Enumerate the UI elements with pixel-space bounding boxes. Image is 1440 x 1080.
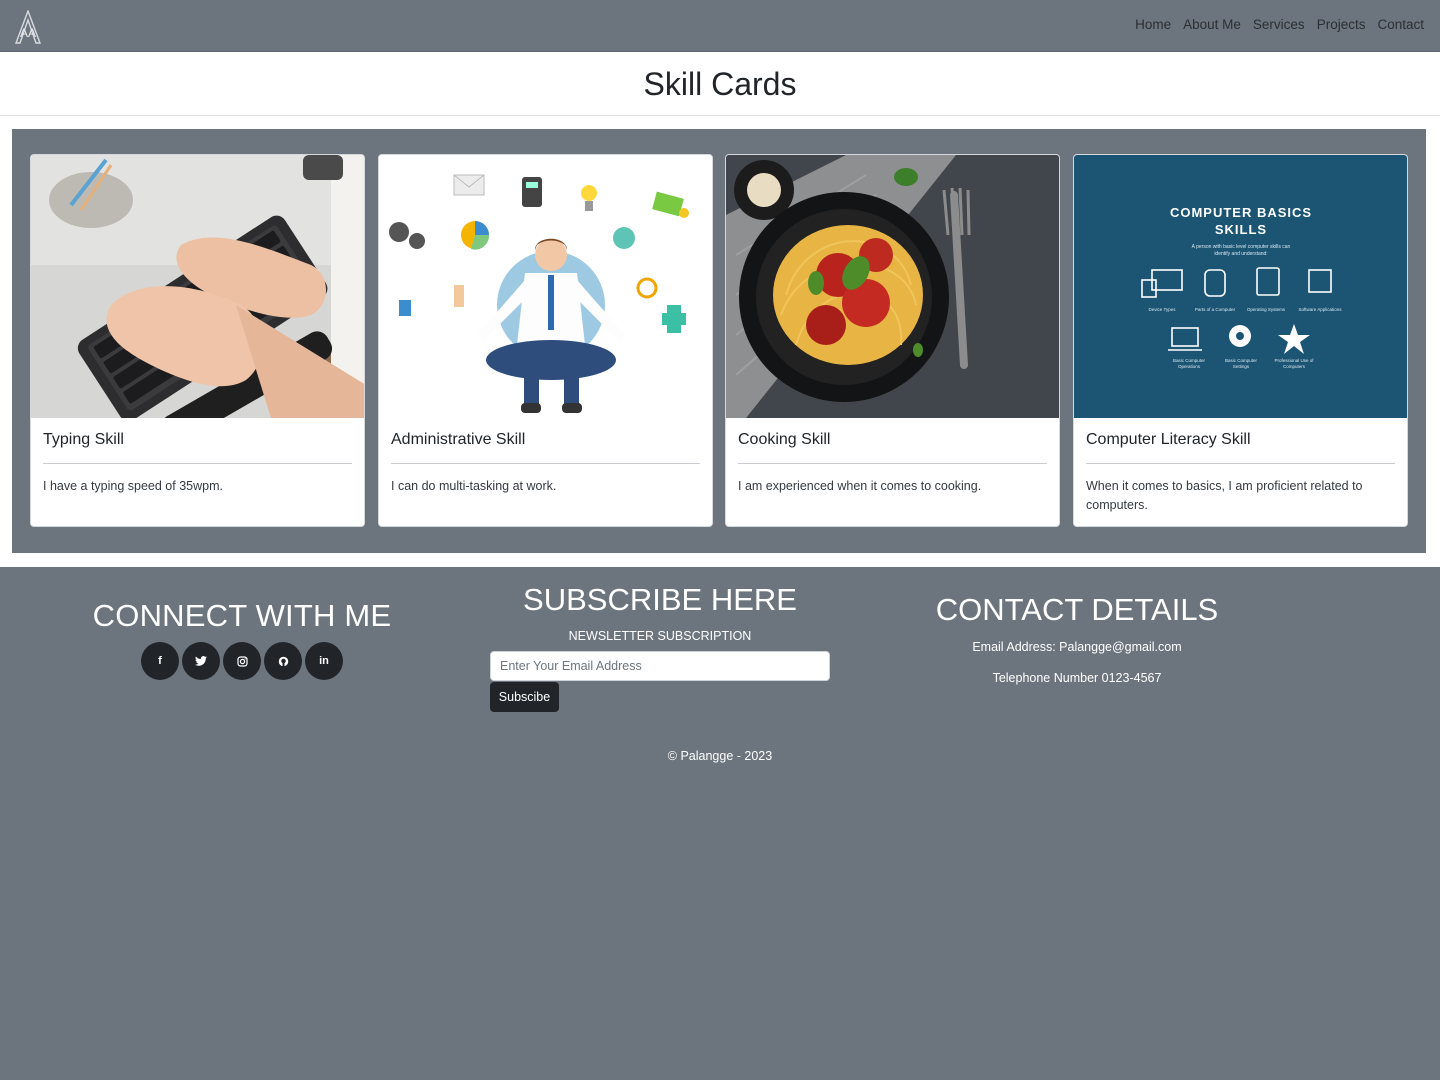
- card-divider: [391, 463, 700, 464]
- card-text: I have a typing speed of 35wpm.: [43, 479, 223, 493]
- administrative-image: [379, 155, 712, 418]
- svg-text:Professional Use of: Professional Use of: [1274, 358, 1314, 363]
- cards-section: Typing Skill I have a typing speed of 35…: [12, 129, 1426, 553]
- svg-text:Device Types: Device Types: [1149, 307, 1177, 312]
- github-icon[interactable]: [264, 642, 302, 680]
- svg-text:identify and understand:: identify and understand:: [1214, 251, 1267, 257]
- contact-section: CONTACT DETAILS Email Address: Palangge@…: [920, 592, 1234, 685]
- svg-text:Parts of a Computer: Parts of a Computer: [1195, 307, 1236, 312]
- contact-email: Email Address: Palangge@gmail.com: [972, 640, 1182, 654]
- skill-card-computer-literacy[interactable]: COMPUTER BASICS SKILLS A person with bas…: [1073, 154, 1408, 527]
- cooking-image: [726, 155, 1059, 418]
- typing-image: [31, 155, 364, 418]
- skill-card-administrative[interactable]: Administrative Skill I can do multi-task…: [378, 154, 713, 527]
- card-title: Cooking Skill: [738, 431, 831, 448]
- svg-text:Computers: Computers: [1283, 364, 1306, 369]
- nav-link-projects[interactable]: Projects: [1317, 17, 1366, 32]
- nav-links: Home About Me Services Projects Contact: [1135, 17, 1424, 32]
- email-input[interactable]: [490, 651, 830, 681]
- title-bar: Skill Cards: [0, 52, 1440, 116]
- card-divider: [43, 463, 352, 464]
- svg-text:Software Applications: Software Applications: [1298, 307, 1342, 312]
- card-text: When it comes to basics, I am proficient…: [1086, 479, 1363, 512]
- svg-text:COMPUTER BASICS: COMPUTER BASICS: [1170, 205, 1312, 220]
- card-text: I am experienced when it comes to cookin…: [738, 479, 982, 493]
- card-title: Computer Literacy Skill: [1086, 431, 1251, 448]
- card-title: Administrative Skill: [391, 431, 526, 448]
- subscribe-section: SUBSCRIBE HERE NEWSLETTER SUBSCRIPTION S…: [490, 582, 830, 712]
- computer-basics-image: COMPUTER BASICS SKILLS A person with bas…: [1074, 155, 1407, 418]
- card-text: I can do multi-tasking at work.: [391, 479, 557, 493]
- svg-text:Operations: Operations: [1178, 364, 1201, 369]
- nav-link-home[interactable]: Home: [1135, 17, 1171, 32]
- svg-text:Basic Computer: Basic Computer: [1173, 358, 1206, 363]
- facebook-icon[interactable]: f: [141, 642, 179, 680]
- nav-link-services[interactable]: Services: [1253, 17, 1305, 32]
- skill-card-cooking[interactable]: Cooking Skill I am experienced when it c…: [725, 154, 1060, 527]
- subscribe-title: SUBSCRIBE HERE: [523, 582, 797, 617]
- newsletter-label: NEWSLETTER SUBSCRIPTION: [568, 629, 752, 643]
- connect-title: CONNECT WITH ME: [92, 598, 392, 633]
- social-links: f in: [40, 642, 444, 680]
- page-title: Skill Cards: [643, 66, 797, 102]
- svg-text:AA: AA: [20, 26, 36, 40]
- subscribe-button[interactable]: Subscibe: [490, 682, 559, 712]
- connect-section: CONNECT WITH ME f in: [40, 598, 444, 680]
- instagram-icon[interactable]: [223, 642, 261, 680]
- contact-phone: Telephone Number 0123-4567: [992, 671, 1162, 685]
- card-divider: [738, 463, 1047, 464]
- linkedin-icon[interactable]: in: [305, 642, 343, 680]
- svg-text:Operating Systems: Operating Systems: [1247, 307, 1286, 312]
- nav-link-contact[interactable]: Contact: [1377, 17, 1424, 32]
- copyright: © Palangge - 2023: [667, 749, 773, 763]
- nav-link-about-me[interactable]: About Me: [1183, 17, 1241, 32]
- svg-text:SKILLS: SKILLS: [1215, 222, 1267, 237]
- navbar: AA Home About Me Services Projects Conta…: [0, 0, 1440, 52]
- twitter-icon[interactable]: [182, 642, 220, 680]
- svg-text:Settings: Settings: [1233, 364, 1250, 369]
- svg-text:A person with basic level comp: A person with basic level computer skill…: [1192, 244, 1291, 250]
- contact-title: CONTACT DETAILS: [935, 592, 1219, 627]
- card-title: Typing Skill: [43, 431, 124, 448]
- card-divider: [1086, 463, 1395, 464]
- skill-card-typing[interactable]: Typing Skill I have a typing speed of 35…: [30, 154, 365, 527]
- svg-text:Basic Computer: Basic Computer: [1225, 358, 1258, 363]
- logo-icon[interactable]: AA: [14, 10, 42, 44]
